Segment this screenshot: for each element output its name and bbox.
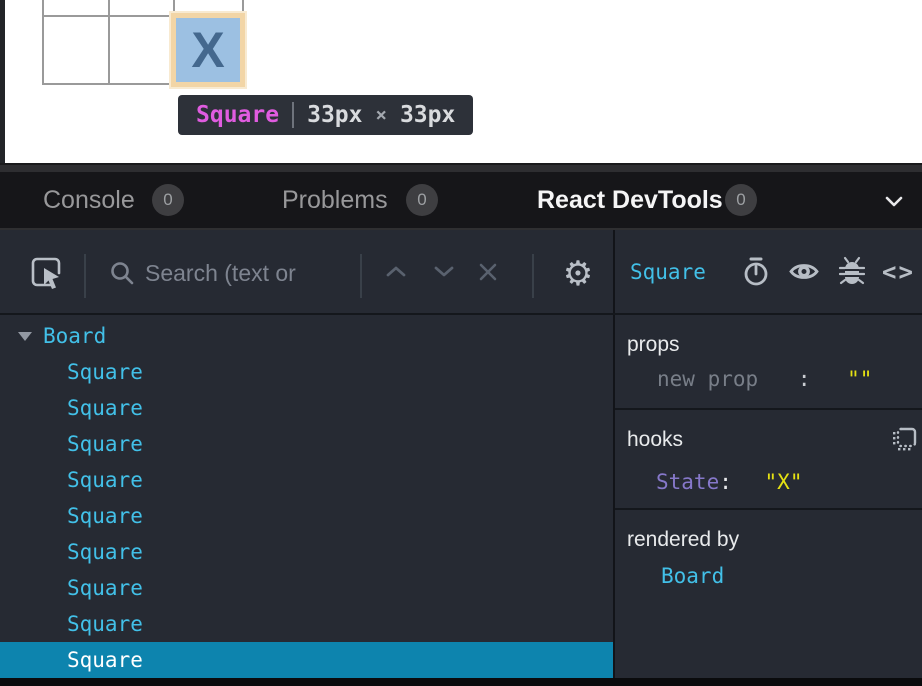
inspected-square-highlight[interactable]: X [171,13,245,87]
inspect-dom-button[interactable] [788,260,820,283]
problems-badge: 0 [406,184,438,216]
window-left-edge [0,0,5,163]
hook-names-icon [892,426,919,452]
drawer-top-strip [0,165,922,172]
rendered-by-link[interactable]: Board [661,564,724,588]
colon: : [798,367,811,391]
react-devtools-panel: ⚙ Square [0,230,922,686]
tab-problems[interactable]: Problems [282,172,388,228]
tooltip-component-name: Square [196,102,279,128]
toolbar-divider [360,254,362,298]
new-prop-field[interactable]: new prop [657,367,758,391]
grid-line [42,0,44,84]
chevron-down-icon [884,195,904,207]
tree-item-square[interactable]: Square [0,390,613,426]
state-hook-row: State: "X" [656,470,802,494]
search-icon [109,260,135,291]
search-clear-button[interactable] [477,261,499,283]
tab-console[interactable]: Console [43,172,135,228]
tree-item-square[interactable]: Square [0,498,613,534]
new-prop-row[interactable]: new prop : "" [657,367,872,391]
tree-item-label: Square [67,612,143,636]
inspect-tooltip: Square 33px × 33px [178,95,473,135]
tree-item-square[interactable]: Square [0,354,613,390]
tree-item-square[interactable]: Square [0,570,613,606]
screenshot-root: X Square 33px × 33px Console 0 Problems … [0,0,922,686]
panel-divider [613,230,615,678]
toolbar-bottom-border [0,313,922,315]
tree-item-square-selected[interactable]: Square [0,642,613,678]
hooks-section-title: hooks [627,428,683,452]
tree-item-square[interactable]: Square [0,606,613,642]
drawer-tab-bar: Console 0 Problems 0 React DevTools 0 [0,172,922,228]
selected-component-title: Square [630,260,706,284]
tooltip-divider [292,102,294,128]
close-icon [477,261,499,283]
tree-item-label: Square [67,360,143,384]
state-hook-label: State [656,470,719,494]
search-input[interactable] [143,256,359,290]
tree-item-label: Square [67,432,143,456]
tab-react-devtools[interactable]: React DevTools [537,172,723,228]
window-bottom-edge [0,678,922,686]
component-tree: Board Square Square Square Square Square… [0,318,613,678]
react-devtools-badge: 0 [725,184,757,216]
section-divider [615,508,922,510]
toolbar-divider [532,254,534,298]
tree-item-label: Square [67,576,143,600]
bug-icon [839,256,865,287]
tree-item-label: Square [67,540,143,564]
inspect-element-icon [29,254,65,292]
tree-item-square[interactable]: Square [0,426,613,462]
collapse-drawer-button[interactable] [884,194,904,212]
settings-button[interactable]: ⚙ [558,254,598,294]
tree-item-label: Square [67,504,143,528]
inspect-element-button[interactable] [28,254,66,292]
tooltip-height: 33px [400,102,455,128]
new-prop-value-field[interactable]: "" [847,367,872,391]
parse-hook-names-button[interactable] [892,426,919,452]
props-section-title: props [627,333,680,357]
tree-item-square[interactable]: Square [0,534,613,570]
code-icon: <> [882,258,915,286]
tree-item-label: Square [67,396,143,420]
debug-button[interactable] [839,256,865,287]
search-next-button[interactable] [432,264,456,280]
colon: : [719,470,732,494]
square-x-mark[interactable]: X [176,18,240,82]
rendered-by-section-title: rendered by [627,528,739,552]
tooltip-width: 33px [307,102,362,128]
chevron-up-icon [384,264,408,280]
tree-item-board[interactable]: Board [0,318,613,354]
search-prev-button[interactable] [384,264,408,280]
profiler-button[interactable] [742,256,770,288]
tooltip-times-icon: × [375,104,386,126]
view-source-button[interactable]: <> [882,258,915,286]
gear-icon: ⚙ [563,254,593,294]
tree-item-label: Square [67,468,143,492]
expand-arrow-icon[interactable] [18,332,32,341]
eye-icon [788,260,820,283]
toolbar-divider [84,254,86,298]
tree-item-label: Board [43,324,106,348]
grid-line [108,0,110,84]
tree-item-label: Square [67,648,143,672]
chevron-down-icon [432,264,456,280]
console-badge: 0 [152,184,184,216]
section-divider [615,408,922,410]
state-hook-value[interactable]: "X" [765,470,803,494]
tree-item-square[interactable]: Square [0,462,613,498]
stopwatch-icon [742,256,770,288]
